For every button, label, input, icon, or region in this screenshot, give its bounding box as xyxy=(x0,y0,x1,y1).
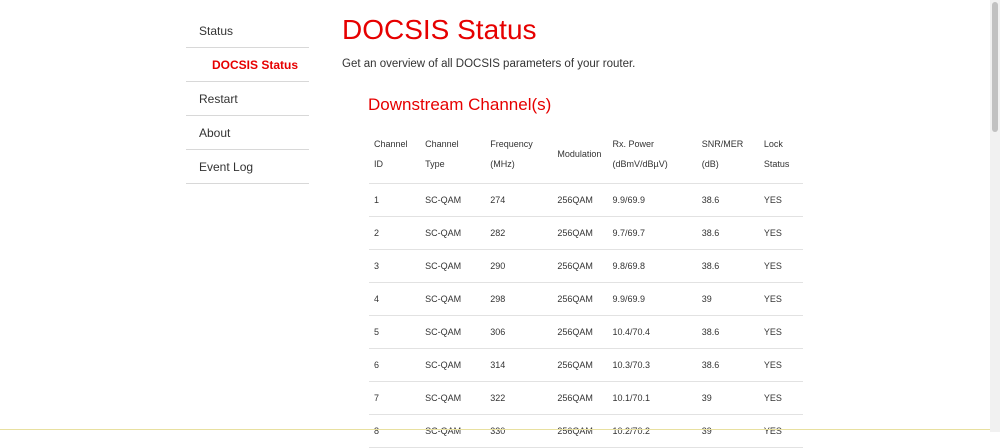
downstream-table-body: 1 SC-QAM 274 256QAM 9.9/69.9 38.6 YES 2 SC-QAM 28… xyxy=(369,183,803,448)
page-description: Get an overview of all DOCSIS parameters… xyxy=(342,58,636,70)
cell-lock-status: YES xyxy=(758,381,803,415)
cell-lock-status: YES xyxy=(758,249,803,283)
cell-frequency: 322 xyxy=(485,381,553,415)
cell-channel-type: SC-QAM xyxy=(420,249,486,283)
column-header-lock-status: Lock Status xyxy=(758,125,803,184)
cell-frequency: 314 xyxy=(485,348,553,382)
column-header-label: Channel xyxy=(374,139,408,149)
cell-channel-type: SC-QAM xyxy=(420,414,486,448)
sidebar-item-status[interactable]: Status xyxy=(186,14,309,48)
cell-lock-status: YES xyxy=(758,348,803,382)
column-header-rx-power: Rx. Power (dBmV/dBµV) xyxy=(607,125,697,184)
cell-snr-mer: 39 xyxy=(696,414,759,448)
cell-modulation: 256QAM xyxy=(552,348,608,382)
cell-channel-id: 4 xyxy=(369,282,421,316)
cell-modulation: 256QAM xyxy=(552,216,608,250)
cell-modulation: 256QAM xyxy=(552,183,608,217)
page-title: DOCSIS Status xyxy=(342,14,537,45)
sidebar-item-about[interactable]: About xyxy=(186,116,309,150)
cell-channel-id: 1 xyxy=(369,183,421,217)
bottom-divider xyxy=(0,429,990,430)
cell-channel-id: 8 xyxy=(369,414,421,448)
cell-frequency: 298 xyxy=(485,282,553,316)
column-header-channel-id: Channel ID xyxy=(369,125,421,184)
cell-frequency: 274 xyxy=(485,183,553,217)
cell-channel-id: 3 xyxy=(369,249,421,283)
column-header-label: Lock xyxy=(763,139,783,149)
cell-channel-type: SC-QAM xyxy=(420,183,486,217)
sidebar-item-docsis-status[interactable]: DOCSIS Status xyxy=(186,48,309,82)
column-header-frequency: Frequency (MHz) xyxy=(485,125,553,184)
cell-rx-power: 10.4/70.4 xyxy=(607,315,697,349)
column-header-modulation: Modulation xyxy=(552,125,608,184)
cell-snr-mer: 39 xyxy=(696,282,759,316)
cell-rx-power: 9.9/69.9 xyxy=(607,282,697,316)
cell-channel-type: SC-QAM xyxy=(420,348,486,382)
table-row: 1 SC-QAM 274 256QAM 9.9/69.9 38.6 YES xyxy=(369,183,803,217)
column-header-channel-type: Channel Type xyxy=(420,125,486,184)
column-header-label: Rx. Power xyxy=(612,139,655,149)
column-header-label: (dB) xyxy=(701,159,719,169)
cell-rx-power: 9.8/69.8 xyxy=(607,249,697,283)
cell-snr-mer: 38.6 xyxy=(696,216,759,250)
sidebar-item-restart[interactable]: Restart xyxy=(186,82,309,116)
cell-frequency: 282 xyxy=(485,216,553,250)
cell-lock-status: YES xyxy=(758,183,803,217)
downstream-section-title: Downstream Channel(s) xyxy=(368,95,552,114)
column-header-label: Channel Type xyxy=(425,139,459,169)
column-header-label: (MHz) xyxy=(490,159,515,169)
cell-lock-status: YES xyxy=(758,315,803,349)
table-row: 8 SC-QAM 330 256QAM 10.2/70.2 39 YES xyxy=(369,414,803,448)
cell-modulation: 256QAM xyxy=(552,282,608,316)
cell-channel-id: 5 xyxy=(369,315,421,349)
cell-rx-power: 10.1/70.1 xyxy=(607,381,697,415)
cell-channel-id: 7 xyxy=(369,381,421,415)
cell-rx-power: 9.7/69.7 xyxy=(607,216,697,250)
cell-channel-id: 6 xyxy=(369,348,421,382)
table-row: 5 SC-QAM 306 256QAM 10.4/70.4 38.6 YES xyxy=(369,315,803,349)
table-row: 7 SC-QAM 322 256QAM 10.1/70.1 39 YES xyxy=(369,381,803,415)
cell-lock-status: YES xyxy=(758,282,803,316)
column-header-label: Modulation xyxy=(557,149,602,159)
cell-lock-status: YES xyxy=(758,414,803,448)
column-header-label: SNR/MER xyxy=(701,139,744,149)
sidebar: Status DOCSIS Status Restart About Event… xyxy=(186,14,309,184)
cell-channel-type: SC-QAM xyxy=(420,216,486,250)
downstream-table: Channel ID Channel Type Frequency (MHz) Modul… xyxy=(369,125,803,448)
cell-snr-mer: 38.6 xyxy=(696,183,759,217)
cell-modulation: 256QAM xyxy=(552,381,608,415)
cell-lock-status: YES xyxy=(758,216,803,250)
table-row: 3 SC-QAM 290 256QAM 9.8/69.8 38.6 YES xyxy=(369,249,803,283)
column-header-label: (dBmV/dBµV) xyxy=(612,159,668,169)
cell-channel-type: SC-QAM xyxy=(420,315,486,349)
column-header-label: Status xyxy=(763,159,790,169)
cell-rx-power: 10.2/70.2 xyxy=(607,414,697,448)
column-header-label: Frequency xyxy=(490,139,533,149)
sidebar-item-event-log[interactable]: Event Log xyxy=(186,150,309,184)
cell-snr-mer: 38.6 xyxy=(696,315,759,349)
column-header-snr-mer: SNR/MER (dB) xyxy=(696,125,759,184)
page-scrollbar[interactable] xyxy=(990,0,1000,432)
main-content: DOCSIS Status Get an overview of all DOC… xyxy=(342,0,982,448)
cell-modulation: 256QAM xyxy=(552,414,608,448)
cell-frequency: 306 xyxy=(485,315,553,349)
cell-channel-type: SC-QAM xyxy=(420,381,486,415)
cell-modulation: 256QAM xyxy=(552,315,608,349)
table-row: 6 SC-QAM 314 256QAM 10.3/70.3 38.6 YES xyxy=(369,348,803,382)
cell-channel-id: 2 xyxy=(369,216,421,250)
cell-modulation: 256QAM xyxy=(552,249,608,283)
cell-rx-power: 10.3/70.3 xyxy=(607,348,697,382)
cell-rx-power: 9.9/69.9 xyxy=(607,183,697,217)
table-row: 4 SC-QAM 298 256QAM 9.9/69.9 39 YES xyxy=(369,282,803,316)
cell-snr-mer: 38.6 xyxy=(696,249,759,283)
cell-snr-mer: 39 xyxy=(696,381,759,415)
cell-frequency: 290 xyxy=(485,249,553,283)
table-row: 2 SC-QAM 282 256QAM 9.7/69.7 38.6 YES xyxy=(369,216,803,250)
cell-frequency: 330 xyxy=(485,414,553,448)
cell-channel-type: SC-QAM xyxy=(420,282,486,316)
scrollbar-thumb[interactable] xyxy=(992,2,998,132)
table-header-row: Channel ID Channel Type Frequency (MHz) Modul… xyxy=(369,125,803,184)
cell-snr-mer: 38.6 xyxy=(696,348,759,382)
column-header-label: ID xyxy=(374,159,383,169)
